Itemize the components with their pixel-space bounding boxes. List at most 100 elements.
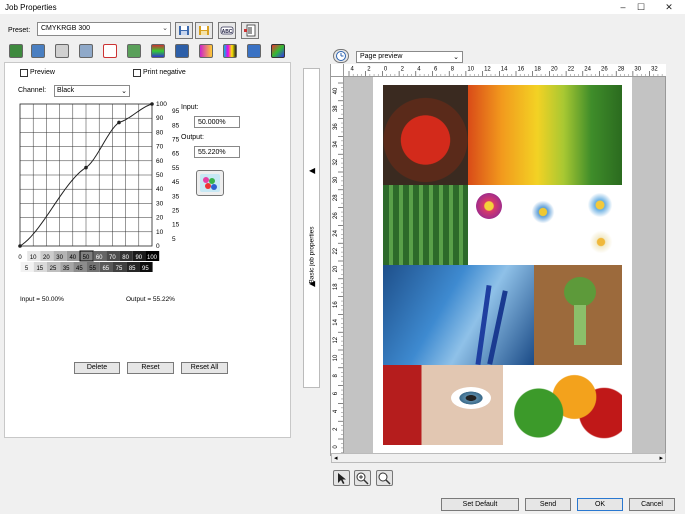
- zoom-out-tool-button[interactable]: [376, 470, 393, 486]
- output-field[interactable]: 55.220%: [194, 146, 240, 158]
- blue-paint-brushes-image: [383, 265, 534, 365]
- ruler-label: 18: [333, 283, 339, 290]
- ok-button[interactable]: OK: [577, 498, 623, 511]
- send-button[interactable]: Send: [525, 498, 571, 511]
- ruler-label: 8: [333, 373, 339, 377]
- x-tick-label: 55: [89, 266, 96, 272]
- ruler-label: 14: [501, 67, 508, 73]
- select-tool-button[interactable]: [333, 470, 350, 486]
- y-tick-label: 70: [156, 144, 164, 151]
- save-as-preset-button[interactable]: [195, 22, 213, 39]
- output-label: Output:: [181, 134, 204, 141]
- save-preset-button[interactable]: [175, 22, 193, 39]
- x-tick-label: 10: [30, 255, 37, 261]
- channel-select[interactable]: Black ⌄: [54, 85, 130, 97]
- ruler-label: 2: [367, 67, 371, 73]
- reset-button[interactable]: Reset: [127, 362, 174, 374]
- ruler-label: 4: [417, 67, 421, 73]
- ruler-label: 6: [434, 67, 438, 73]
- spell-check-button[interactable]: ABC: [218, 22, 236, 39]
- x-tick-label: 100: [147, 255, 158, 261]
- reset-all-button[interactable]: Reset All: [181, 362, 228, 374]
- collapse-arrow-icon[interactable]: ◀: [309, 166, 315, 175]
- x-tick-label: 75: [116, 266, 123, 272]
- input-field[interactable]: 50.000%: [194, 116, 240, 128]
- save-icon: [179, 26, 189, 35]
- ruler-label: 22: [568, 67, 575, 73]
- x-tick-label: 35: [63, 266, 70, 272]
- preview-mode-select[interactable]: Page preview ⌄: [356, 51, 463, 63]
- curve-grid: [19, 103, 153, 247]
- delete-button[interactable]: Delete: [74, 362, 120, 374]
- zoom-in-tool-button[interactable]: [354, 470, 371, 486]
- input-label: Input:: [181, 104, 199, 111]
- cancel-button[interactable]: Cancel: [629, 498, 675, 511]
- ruler-label: 16: [333, 301, 339, 308]
- tab-spot-color-icon[interactable]: [199, 44, 213, 58]
- x-tick-label: 50: [83, 255, 90, 261]
- scroll-right-icon[interactable]: ▸: [659, 454, 663, 462]
- svg-text:ABC: ABC: [222, 29, 233, 35]
- color-curves-button[interactable]: [196, 170, 224, 196]
- maximize-button[interactable]: ☐: [630, 0, 652, 14]
- clock-icon: [336, 51, 346, 61]
- tab-document-icon[interactable]: [55, 44, 69, 58]
- watermelon-image: [383, 185, 468, 265]
- tab-color-icon[interactable]: [127, 44, 141, 58]
- zoom-out-icon: [378, 472, 391, 485]
- ruler-corner: [331, 64, 344, 77]
- ruler-label: 0: [333, 445, 339, 449]
- tab-image-icon[interactable]: [247, 44, 261, 58]
- zoom-in-icon: [356, 472, 369, 485]
- preview-checkbox[interactable]: [20, 69, 28, 77]
- y-tick-label: 5: [172, 236, 176, 243]
- x-tick-label: 15: [36, 266, 43, 272]
- ruler-label: 40: [333, 87, 339, 94]
- y-tick-label: 45: [172, 179, 180, 186]
- vegetables-rainbow-image: [468, 85, 622, 185]
- y-tick-label: 95: [172, 108, 180, 115]
- channel-value: Black: [57, 87, 75, 94]
- ruler-label: 2: [401, 67, 405, 73]
- ruler-label: 32: [333, 158, 339, 165]
- ruler-label: 10: [467, 67, 474, 73]
- cursor-icon: [338, 473, 346, 484]
- tab-crop-marks-icon[interactable]: [103, 44, 117, 58]
- save-as-icon: [199, 26, 209, 35]
- ruler-label: 0: [384, 67, 388, 73]
- tab-layout-icon[interactable]: [31, 44, 45, 58]
- chevron-down-icon: ⌄: [162, 25, 168, 32]
- ruler-label: 26: [601, 67, 608, 73]
- ruler-label: 6: [333, 391, 339, 395]
- ruler-label: 4: [333, 409, 339, 413]
- ruler-label: 10: [333, 354, 339, 361]
- y-tick-label: 65: [172, 151, 180, 158]
- preview-horizontal-scrollbar[interactable]: ◂ ▸: [331, 453, 666, 463]
- output-readout: Output = 55.22%: [126, 296, 175, 303]
- tab-color-management-icon[interactable]: [151, 44, 165, 58]
- chevron-down-icon: ⌄: [453, 54, 459, 61]
- curve-point: [117, 120, 121, 125]
- tab-cmyk-icon[interactable]: [223, 44, 237, 58]
- scroll-left-icon[interactable]: ◂: [334, 454, 338, 462]
- tab-general-icon[interactable]: [9, 44, 23, 58]
- preset-select[interactable]: CMYKRGB 300 ⌄: [37, 22, 171, 36]
- y-tick-labels: 100 95 90 85 80 75 70 65 60 55 50 45 40 35 30 25 20 15 10 5…: [156, 101, 180, 250]
- ruler-top: 4 2 0 2 4 6 8 10 12 14 16 18 20 22 24 26 28 30 32: [344, 64, 666, 77]
- window-title: Job Properties: [5, 3, 57, 12]
- delete-preset-button[interactable]: [241, 22, 259, 39]
- ruler-label: 4: [351, 67, 355, 73]
- tomatoes-image: [383, 85, 468, 185]
- print-negative-checkbox[interactable]: [133, 69, 141, 77]
- y-tick-label: 75: [172, 137, 180, 144]
- close-button[interactable]: ✕: [658, 0, 680, 14]
- tab-printer-icon[interactable]: [79, 44, 93, 58]
- ruler-label: 24: [584, 67, 591, 73]
- y-tick-label: 10: [156, 229, 164, 236]
- set-default-button[interactable]: Set Default: [441, 498, 519, 511]
- tab-ink-icon[interactable]: [175, 44, 189, 58]
- preview-options-button[interactable]: [333, 49, 349, 63]
- y-tick-label: 50: [156, 172, 164, 179]
- tab-curves-icon[interactable]: [271, 44, 285, 58]
- input-readout: Input = 50.00%: [20, 296, 64, 303]
